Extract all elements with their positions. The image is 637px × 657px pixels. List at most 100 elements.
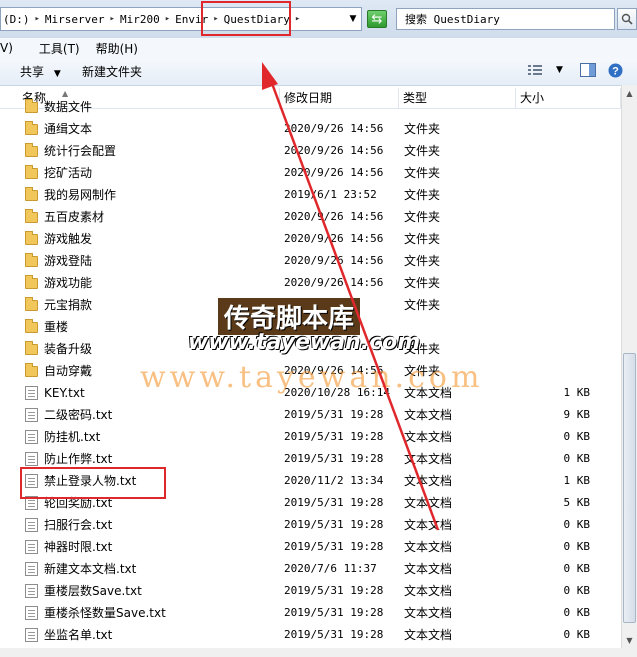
cell-name: 坐监名单.txt: [44, 628, 113, 642]
crumb-separator[interactable]: ▸: [107, 14, 118, 24]
cell-type: 文本文档: [404, 606, 453, 620]
cell-type: 文件夹: [404, 364, 441, 378]
scrollbar-thumb[interactable]: [623, 353, 636, 623]
cell-size: [520, 206, 590, 228]
annotation-box-questdiary: [201, 1, 291, 36]
folder-row[interactable]: 五百皮素材 2020/9/26 14:56 文件夹: [0, 206, 621, 228]
cell-date: 2020/11/2 13:34: [284, 474, 384, 487]
file-row[interactable]: 坐监名单.txt 2019/5/31 19:28 文本文档 0 KB: [0, 624, 621, 646]
file-row[interactable]: 神器时限.txt 2019/5/31 19:28 文本文档 0 KB: [0, 536, 621, 558]
cell-size: 0 KB: [563, 562, 591, 575]
cell-type: 文本文档: [404, 540, 453, 554]
folder-row[interactable]: 游戏登陆 2020/9/26 14:56 文件夹: [0, 250, 621, 272]
cell-date: 2020/9/26 14:56: [284, 276, 384, 289]
cell-name: 游戏触发: [44, 232, 93, 246]
cell-type: 文本文档: [404, 430, 453, 444]
cell-type: 文本文档: [404, 562, 453, 576]
folder-row[interactable]: 装备升级 文件夹: [0, 338, 621, 360]
text-file-icon: [25, 430, 38, 444]
file-row[interactable]: 二级密码.txt 2019/5/31 19:28 文本文档 9 KB: [0, 404, 621, 426]
crumb-separator[interactable]: ▸: [32, 14, 43, 24]
cell-size: 0 KB: [563, 540, 591, 553]
text-file-icon: [25, 540, 38, 554]
cell-name: 数据文件: [44, 100, 93, 114]
file-row[interactable]: 重楼杀怪数量Save.txt 2019/5/31 19:28 文本文档 0 KB: [0, 602, 621, 624]
cell-date: 2019/5/31 19:28: [284, 540, 384, 553]
folder-row[interactable]: 游戏功能 2020/9/26 14:56 文件夹: [0, 272, 621, 294]
folder-icon: [25, 341, 38, 355]
file-row[interactable]: 扫服行会.txt 2019/5/31 19:28 文本文档 0 KB: [0, 514, 621, 536]
cell-name: 新建文本文档.txt: [44, 562, 137, 576]
search-input[interactable]: 搜索 QuestDiary: [396, 8, 615, 30]
help-icon[interactable]: ?: [608, 63, 623, 81]
search-icon[interactable]: [617, 8, 637, 30]
cell-name: 二级密码.txt: [44, 408, 113, 422]
cell-name: 重楼杀怪数量Save.txt: [44, 606, 166, 620]
cell-size: 0 KB: [563, 452, 591, 465]
cell-date: 2020/9/26 14:56: [284, 166, 384, 179]
cell-type: 文件夹: [404, 232, 441, 246]
address-breadcrumb[interactable]: (D:) ▸ Mirserver ▸ Mir200 ▸ Envir ▸ Ques…: [0, 7, 362, 31]
cell-date: 2020/9/26 14:56: [284, 232, 384, 245]
cell-type: 文件夹: [404, 254, 441, 268]
folder-row[interactable]: 自动穿戴 2020/9/26 14:56 文件夹: [0, 360, 621, 382]
cell-size: 0 KB: [563, 518, 591, 531]
annotation-box-file: [20, 467, 166, 499]
scroll-up-icon[interactable]: ▲: [622, 85, 637, 101]
chevron-down-icon[interactable]: ▼: [556, 65, 563, 75]
cell-date: 2019/5/31 19:28: [284, 518, 384, 531]
cell-date: 2020/9/26 14:56: [284, 210, 384, 223]
cell-type: 文本文档: [404, 628, 453, 642]
scroll-down-icon[interactable]: ▼: [622, 632, 637, 648]
menu-help[interactable]: 帮助(H): [96, 40, 138, 57]
cell-type: 文本文档: [404, 474, 453, 488]
text-file-icon: [25, 408, 38, 422]
crumb-mir200[interactable]: Mir200: [118, 13, 162, 26]
folder-row[interactable]: 元宝捐款 文件夹: [0, 294, 621, 316]
text-file-icon: [25, 628, 38, 642]
cell-type: 文件夹: [404, 188, 441, 202]
horizontal-scrollbar[interactable]: [0, 648, 637, 657]
folder-row[interactable]: 我的易网制作 2019/6/1 23:52 文件夹: [0, 184, 621, 206]
file-row[interactable]: KEY.txt 2020/10/28 16:14 文本文档 1 KB: [0, 382, 621, 404]
cell-name: 防挂机.txt: [44, 430, 101, 444]
address-dropdown-icon[interactable]: ▼: [345, 7, 361, 31]
share-button[interactable]: 共享 ▼: [20, 63, 61, 80]
folder-row[interactable]: 挖矿活动 2020/9/26 14:56 文件夹: [0, 162, 621, 184]
svg-text:?: ?: [612, 66, 619, 78]
new-folder-button[interactable]: 新建文件夹: [82, 63, 142, 80]
text-file-icon: [25, 606, 38, 620]
cell-size: 9 KB: [563, 408, 591, 421]
cell-size: 0 KB: [563, 584, 591, 597]
file-row[interactable]: 重楼层数Save.txt 2019/5/31 19:28 文本文档 0 KB: [0, 580, 621, 602]
folder-row[interactable]: 游戏触发 2020/9/26 14:56 文件夹: [0, 228, 621, 250]
folder-icon: [25, 209, 38, 223]
crumb-separator[interactable]: ▸: [292, 14, 303, 24]
preview-pane-icon[interactable]: [580, 63, 596, 80]
cell-type: 文件夹: [404, 122, 441, 136]
crumb-drive[interactable]: (D:): [1, 13, 32, 26]
share-label: 共享: [20, 65, 45, 79]
cell-date: 2019/6/1 23:52: [284, 188, 377, 201]
menu-view[interactable]: V): [0, 41, 13, 55]
folder-icon: [25, 121, 38, 135]
chevron-down-icon: ▼: [53, 69, 61, 79]
folder-row[interactable]: 重楼: [0, 316, 621, 338]
folder-icon: [25, 297, 38, 311]
refresh-icon[interactable]: ⇆: [367, 10, 387, 28]
file-row[interactable]: 防挂机.txt 2019/5/31 19:28 文本文档 0 KB: [0, 426, 621, 448]
folder-row[interactable]: 数据文件: [0, 96, 621, 118]
cell-name: 统计行会配置: [44, 144, 117, 158]
folder-row[interactable]: 统计行会配置 2020/9/26 14:56 文件夹: [0, 140, 621, 162]
cell-date: 2020/9/26 14:56: [284, 364, 384, 377]
folder-row[interactable]: 通缉文本 2020/9/26 14:56 文件夹: [0, 118, 621, 140]
cell-name: 重楼层数Save.txt: [44, 584, 142, 598]
menu-tools[interactable]: 工具(T): [39, 40, 80, 57]
cell-name: 游戏功能: [44, 276, 93, 290]
crumb-mirserver[interactable]: Mirserver: [43, 13, 107, 26]
text-file-icon: [25, 386, 38, 400]
vertical-scrollbar[interactable]: ▲ ▼: [621, 85, 637, 648]
file-row[interactable]: 新建文本文档.txt 2020/7/6 11:37 文本文档 0 KB: [0, 558, 621, 580]
view-options-icon[interactable]: [528, 64, 542, 79]
crumb-separator[interactable]: ▸: [162, 14, 173, 24]
